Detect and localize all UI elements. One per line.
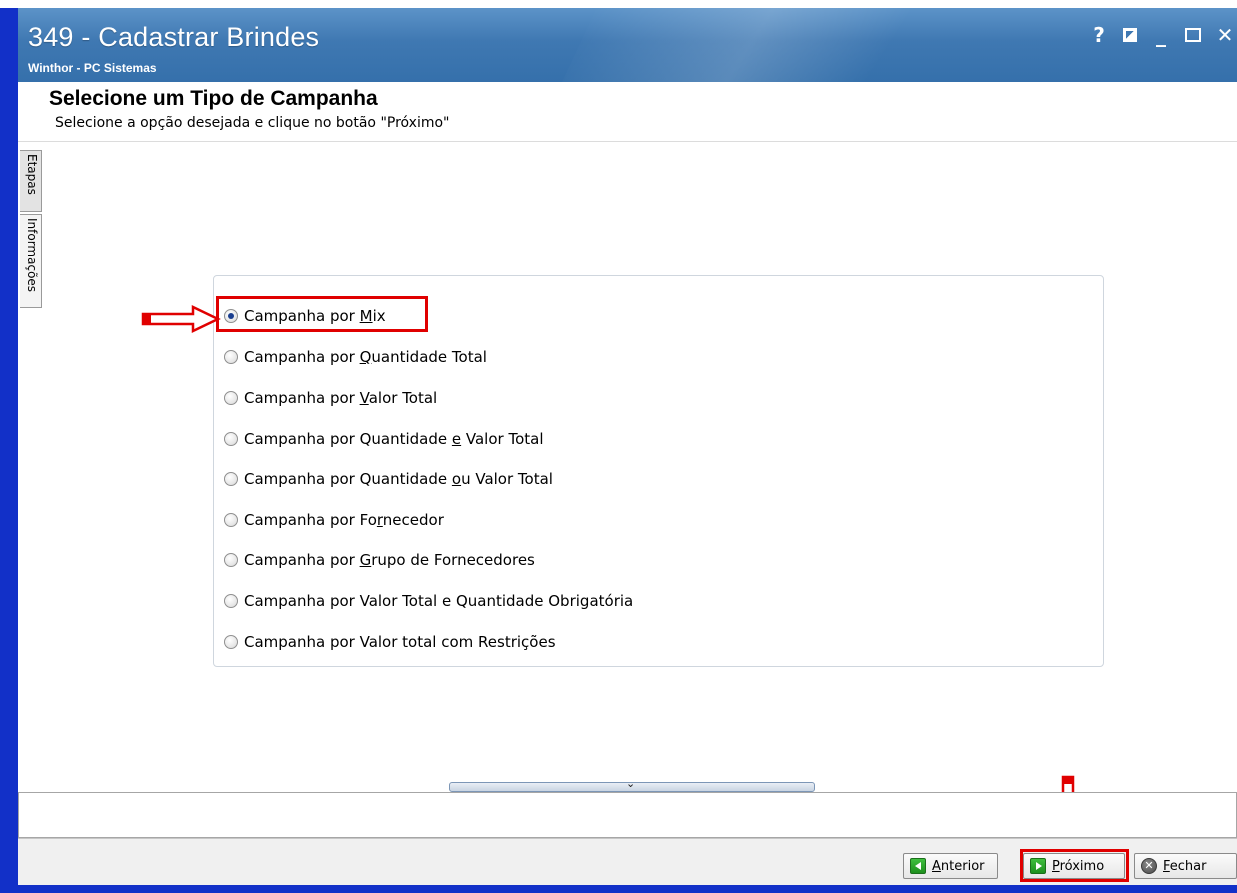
option-label: Campanha por Quantidade e Valor Total xyxy=(244,430,544,448)
radio-icon[interactable] xyxy=(224,553,238,567)
info-panel xyxy=(18,792,1237,838)
option-label: Campanha por Valor total com Restrições xyxy=(244,633,556,651)
page-instruction: Selecione a opção desejada e clique no b… xyxy=(55,115,450,131)
app-window: 349 - Cadastrar Brindes Winthor - PC Sis… xyxy=(0,0,1237,893)
option-campanha-valor-total[interactable]: Campanha por Valor Total xyxy=(224,387,437,409)
window-controls: ? _ ✕ xyxy=(1089,22,1235,48)
radio-icon[interactable] xyxy=(224,472,238,486)
chevron-down-icon: ⌄ xyxy=(626,777,636,790)
window-left-border xyxy=(0,8,18,893)
tab-informacoes[interactable]: Informações xyxy=(20,214,42,308)
close-circle-icon: ✕ xyxy=(1141,858,1157,874)
next-button-highlight xyxy=(1020,849,1129,882)
window-subtitle: Winthor - PC Sistemas xyxy=(28,61,157,75)
option-label: Campanha por Valor Total e Quantidade Ob… xyxy=(244,592,634,610)
option-campanha-quantidade-total[interactable]: Campanha por Quantidade Total xyxy=(224,346,487,368)
close-button-label: Fechar xyxy=(1163,858,1207,874)
arrow-left-icon xyxy=(910,858,926,874)
window-top-edge xyxy=(0,0,1237,8)
option-campanha-quantidade-e-valor[interactable]: Campanha por Quantidade e Valor Total xyxy=(224,428,544,450)
option-campanha-fornecedor[interactable]: Campanha por Fornecedor xyxy=(224,509,444,531)
option-campanha-grupo-fornecedores[interactable]: Campanha por Grupo de Fornecedores xyxy=(224,549,535,571)
title-bar-shine xyxy=(550,8,986,82)
option-label: Campanha por Quantidade Total xyxy=(244,348,487,366)
arrow-right-icon xyxy=(141,305,221,333)
option-label: Campanha por Grupo de Fornecedores xyxy=(244,551,535,569)
minimize-button[interactable]: _ xyxy=(1151,25,1171,45)
restore-icon[interactable] xyxy=(1123,28,1137,42)
close-button[interactable]: ✕ Fechar xyxy=(1134,853,1237,879)
campaign-type-options: Campanha por Mix Campanha por Quantidade… xyxy=(213,275,1104,667)
radio-icon[interactable] xyxy=(224,391,238,405)
window-title: 349 - Cadastrar Brindes xyxy=(28,22,320,52)
title-bar[interactable]: 349 - Cadastrar Brindes Winthor - PC Sis… xyxy=(18,8,1237,82)
wizard-header: Selecione um Tipo de Campanha Selecione … xyxy=(18,82,1237,142)
collapse-splitter[interactable]: ⌄ xyxy=(449,777,815,792)
option-label: Campanha por Valor Total xyxy=(244,389,438,407)
close-icon[interactable]: ✕ xyxy=(1215,25,1235,45)
tab-etapas[interactable]: Etapas xyxy=(20,150,42,212)
page-title: Selecione um Tipo de Campanha xyxy=(49,87,378,110)
previous-button-label: Anterior xyxy=(932,858,985,874)
help-button[interactable]: ? xyxy=(1089,25,1109,45)
maximize-icon[interactable] xyxy=(1185,28,1201,42)
radio-icon[interactable] xyxy=(224,513,238,527)
radio-icon[interactable] xyxy=(224,594,238,608)
option-label: Campanha por Fornecedor xyxy=(244,511,444,529)
window-bottom-border xyxy=(0,885,1237,893)
radio-icon[interactable] xyxy=(224,635,238,649)
previous-button[interactable]: Anterior xyxy=(903,853,998,879)
option-campanha-valor-restricoes[interactable]: Campanha por Valor total com Restrições xyxy=(224,631,556,653)
mix-option-highlight xyxy=(216,296,428,332)
radio-icon[interactable] xyxy=(224,350,238,364)
radio-icon[interactable] xyxy=(224,432,238,446)
option-campanha-valor-quantidade-obrigatoria[interactable]: Campanha por Valor Total e Quantidade Ob… xyxy=(224,590,633,612)
option-label: Campanha por Quantidade ou Valor Total xyxy=(244,470,553,488)
option-campanha-quantidade-ou-valor[interactable]: Campanha por Quantidade ou Valor Total xyxy=(224,468,553,490)
